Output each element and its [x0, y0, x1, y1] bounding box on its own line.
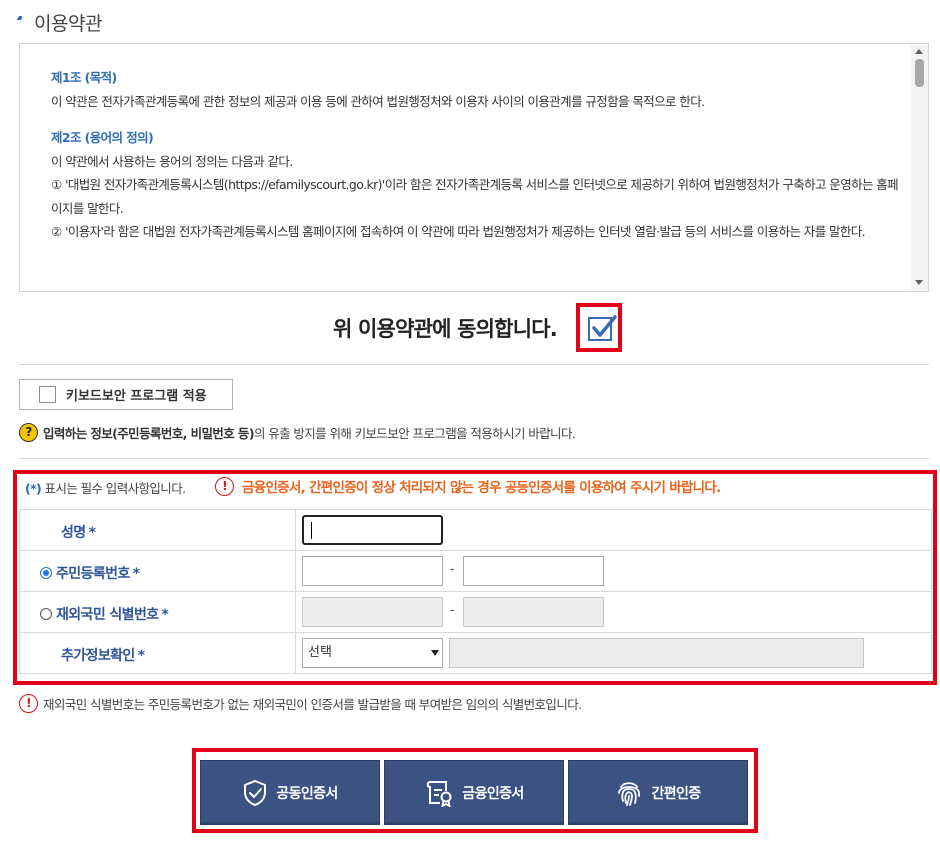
- rrn-dash: -: [450, 562, 455, 577]
- agree-checkbox[interactable]: [588, 315, 617, 341]
- foreign-back-input[interactable]: [463, 597, 604, 627]
- text-caret: [311, 522, 312, 539]
- agree-label: 위 이용약관에 동의합니다.: [333, 317, 558, 341]
- table-row: 주민등록번호 * -: [19, 550, 932, 592]
- scroll-thumb[interactable]: [915, 59, 924, 87]
- simple-auth-button[interactable]: 간편인증: [568, 760, 748, 825]
- extra-label-cell: 추가정보확인 *: [19, 632, 296, 674]
- keyboard-security-checkbox[interactable]: [39, 386, 56, 403]
- terms-scroll-box[interactable]: 제1조 (목적) 이 약관은 전자가족관계등록에 관한 정보의 제공과 이용 등…: [19, 43, 929, 292]
- rrn-label-cell: 주민등록번호 *: [19, 550, 296, 592]
- keyboard-security-note: ? 입력하는 정보(주민등록번호, 비밀번호 등) 의 유출 방지를 위해 키보드…: [19, 421, 576, 443]
- fingerprint-icon: [618, 781, 641, 806]
- joint-cert-button[interactable]: 공동인증서: [200, 760, 380, 825]
- identity-form-frame: (*) 표시는 필수 입력사항입니다. ! 금융인증서, 간편인증이 정상 처리…: [13, 470, 937, 685]
- extra-info-select[interactable]: 선택: [302, 638, 443, 668]
- keyboard-security-toggle[interactable]: 키보드보안 프로그램 적용: [19, 379, 233, 410]
- name-label-cell: 성명 *: [19, 509, 296, 551]
- title-marker-icon: [16, 16, 24, 20]
- cert-buttons-frame: 공동인증서 금융인증서 간편인증: [192, 748, 758, 833]
- foreign-label-cell: 재외국민 식별번호 *: [19, 591, 296, 633]
- rrn-front-input[interactable]: [302, 556, 443, 586]
- terms-content: 제1조 (목적) 이 약관은 전자가족관계등록에 관한 정보의 제공과 이용 등…: [51, 66, 903, 244]
- table-row: 추가정보확인 * 선택: [19, 632, 932, 674]
- name-label: 성명: [61, 525, 86, 541]
- agree-row: 위 이용약관에 동의합니다.: [0, 303, 940, 353]
- financial-cert-button[interactable]: 금융인증서: [384, 760, 564, 825]
- checkmark-icon: [592, 315, 617, 337]
- extra-info-input[interactable]: [449, 638, 864, 668]
- name-value-cell: [295, 509, 932, 551]
- scroll-up-arrow-icon[interactable]: [915, 49, 923, 54]
- required-star: *: [132, 566, 140, 582]
- article-2-item-2: ② '이용자'라 함은 대법원 전자가족관계등록시스템 홈페이지에 접속하여 이…: [51, 224, 866, 239]
- scroll-down-arrow-icon[interactable]: [915, 280, 923, 285]
- agree-highlight-frame: [576, 303, 622, 352]
- required-star: *: [161, 607, 169, 623]
- rrn-label: 주민등록번호: [56, 566, 130, 582]
- divider: [19, 458, 929, 459]
- article-1-title: 제1조 (목적): [51, 70, 117, 85]
- rrn-radio[interactable]: [40, 567, 52, 579]
- certificate-icon: [427, 780, 452, 807]
- article-2-item-1: ① '대법원 전자가족관계등록시스템(https://efamilyscourt…: [51, 177, 899, 216]
- shield-check-icon: [244, 779, 267, 806]
- identity-form-table: 성명 * 주민등록번호 * - 재외국민 식별번호 * - 추가정보확인 * 선…: [19, 509, 932, 674]
- terms-scrollbar[interactable]: [911, 44, 928, 291]
- foreign-value-cell: -: [295, 591, 932, 633]
- section-title: 이용약관: [16, 8, 102, 36]
- name-input[interactable]: [302, 515, 443, 545]
- rrn-back-input[interactable]: [463, 556, 604, 586]
- foreign-dash: -: [450, 603, 455, 618]
- question-icon: ?: [19, 422, 38, 442]
- table-row: 성명 *: [19, 509, 932, 551]
- foreign-radio[interactable]: [40, 608, 52, 620]
- article-2-intro: 이 약관에서 사용하는 용어의 정의는 다음과 같다.: [51, 153, 293, 169]
- keyboard-security-label: 키보드보안 프로그램 적용: [66, 389, 207, 404]
- extra-value-cell: 선택: [295, 632, 932, 674]
- foreign-front-input[interactable]: [302, 597, 443, 627]
- required-note: (*) 표시는 필수 입력사항입니다.: [25, 481, 186, 496]
- extra-label: 추가정보확인: [61, 648, 135, 664]
- foreign-label: 재외국민 식별번호: [56, 607, 159, 623]
- exclamation-icon: !: [19, 693, 38, 713]
- dropdown-arrow-icon: [431, 650, 439, 656]
- divider: [19, 364, 929, 365]
- required-star: *: [137, 648, 145, 664]
- rrn-value-cell: -: [295, 550, 932, 592]
- article-1-body: 이 약관은 전자가족관계등록에 관한 정보의 제공과 이용 등에 관하여 법원행…: [51, 93, 705, 109]
- auth-warning: ! 금융인증서, 간편인증이 정상 처리되지 않는 경우 공동인증서를 이용하여…: [215, 476, 721, 496]
- foreign-id-note: ! 재외국민 식별번호는 주민등록번호가 없는 재외국민이 인증서를 발급받을 …: [19, 692, 582, 714]
- exclamation-icon: !: [215, 476, 234, 496]
- article-2-title: 제2조 (용어의 정의): [51, 130, 154, 145]
- table-row: 재외국민 식별번호 * -: [19, 591, 932, 633]
- required-star: *: [88, 525, 96, 541]
